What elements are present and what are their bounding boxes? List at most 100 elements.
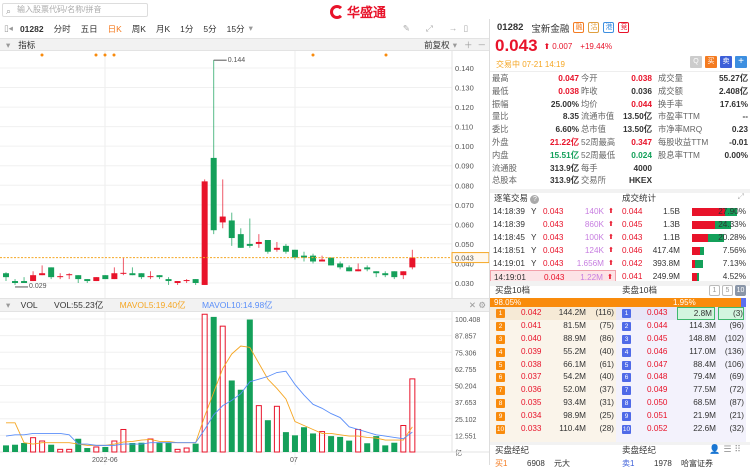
ask-row[interactable]: 3 0.045 148.8M (102) <box>616 333 746 346</box>
volume-bar[interactable] <box>391 442 398 452</box>
bid-row[interactable]: 7 0.036 52.0M (37) <box>490 384 616 397</box>
candle[interactable] <box>39 273 46 276</box>
bid-broker-row[interactable]: 买1 6908 元大 <box>495 458 615 468</box>
volume-bar[interactable] <box>282 432 289 452</box>
event-marker-icon[interactable] <box>384 53 388 57</box>
volume-bar[interactable] <box>355 428 362 453</box>
fullscreen-icon[interactable]: ⤢ <box>426 23 439 33</box>
volume-bar[interactable] <box>310 433 317 452</box>
volume-bar[interactable] <box>300 427 307 452</box>
ask-row[interactable]: 2 0.044 114.3M (96) <box>616 320 746 333</box>
volume-bar[interactable] <box>102 446 109 452</box>
ask-row[interactable]: 10 0.052 22.6M (32) <box>616 423 746 436</box>
volume-bar[interactable] <box>246 319 253 452</box>
depth-5-button[interactable]: 5 <box>722 285 733 296</box>
candle[interactable] <box>129 273 136 276</box>
tab-15min[interactable]: 15分 <box>227 23 245 35</box>
bid-row[interactable]: 3 0.040 88.9M (86) <box>490 333 616 346</box>
candle[interactable] <box>3 273 9 278</box>
volume-bar[interactable] <box>147 438 154 453</box>
badge-margin[interactable]: 融 <box>573 22 585 33</box>
gear-icon[interactable]: ⚙ <box>478 300 486 310</box>
volume-bar[interactable] <box>328 436 335 452</box>
tab-1min[interactable]: 1分 <box>180 23 193 35</box>
volume-bar[interactable] <box>111 440 118 453</box>
volume-bar[interactable] <box>165 442 172 452</box>
candle[interactable] <box>391 271 398 278</box>
candle[interactable] <box>102 275 109 280</box>
ask-broker-row[interactable]: 卖1 1978 哈富证券 <box>622 458 742 468</box>
bid-row[interactable]: 10 0.033 110.4M (28) <box>490 423 616 436</box>
tab-timeshare[interactable]: 分时 <box>54 23 71 35</box>
event-marker-icon[interactable] <box>40 53 44 57</box>
candle[interactable] <box>66 274 73 276</box>
candle[interactable] <box>30 275 37 282</box>
close-icon[interactable]: ✕ <box>469 300 476 310</box>
candle[interactable] <box>319 259 326 262</box>
volume-bar[interactable] <box>21 442 28 452</box>
candle[interactable] <box>21 281 28 283</box>
plus-icon[interactable]: ＋ <box>464 40 473 50</box>
volume-bar[interactable] <box>120 428 127 453</box>
candle[interactable] <box>147 276 154 278</box>
badge-auction[interactable]: 竞 <box>618 22 630 33</box>
ask-row[interactable]: 6 0.048 79.4M (69) <box>616 371 746 384</box>
candle[interactable] <box>264 240 271 252</box>
candle[interactable] <box>310 255 317 262</box>
volume-bar[interactable] <box>3 445 9 452</box>
volume-bar[interactable] <box>12 444 19 452</box>
chevron-down-icon[interactable]: ▾ <box>6 40 10 50</box>
volume-bar[interactable] <box>93 446 100 453</box>
expand-icon[interactable]: ⤢ <box>738 192 744 202</box>
candle[interactable] <box>57 276 64 278</box>
volume-bar[interactable] <box>192 443 199 452</box>
candle[interactable] <box>337 263 344 268</box>
bid-row[interactable]: 6 0.037 54.2M (40) <box>490 371 616 384</box>
candle[interactable] <box>228 220 235 239</box>
volume-bar[interactable] <box>75 438 82 452</box>
volume-bar[interactable] <box>255 405 262 453</box>
indicator-label[interactable]: 指标 <box>18 40 35 50</box>
badge-short[interactable]: 沽 <box>588 22 600 33</box>
volume-bar[interactable] <box>48 444 55 452</box>
add-watchlist-button[interactable]: + <box>735 56 747 68</box>
candle[interactable] <box>84 279 91 282</box>
chevron-down-icon[interactable]: ▾ <box>6 300 10 310</box>
bid-row[interactable]: 9 0.034 98.9M (25) <box>490 410 616 423</box>
person-icon[interactable]: 👤 <box>709 444 723 454</box>
badge-connect[interactable]: 港 <box>603 22 615 33</box>
volume-bar[interactable] <box>174 448 181 453</box>
candle[interactable] <box>93 277 100 282</box>
candle[interactable] <box>255 241 262 244</box>
volume-bar[interactable] <box>183 447 190 453</box>
expand-panel-icon[interactable]: →▯ <box>449 23 474 33</box>
candle[interactable] <box>201 181 208 285</box>
candlestick-chart[interactable]: 0.140 0.130 0.120 0.110 0.100 0.090 0.080 0.070… <box>0 51 490 298</box>
candle[interactable] <box>210 157 217 231</box>
volume-bar[interactable] <box>273 405 280 453</box>
candle[interactable] <box>237 234 244 248</box>
collapse-panel-icon[interactable]: ▯◂ <box>4 23 13 34</box>
candle[interactable] <box>273 247 280 250</box>
help-icon[interactable]: ? <box>530 195 540 204</box>
search-input[interactable]: ⌕ 输入股票代码/名称/拼音 <box>2 3 148 17</box>
volume-bar[interactable] <box>237 389 244 452</box>
candle[interactable] <box>282 245 289 252</box>
adjust-select[interactable]: 前复权 <box>424 40 450 50</box>
candle[interactable] <box>328 257 335 266</box>
volume-bar[interactable] <box>382 445 389 452</box>
candle[interactable] <box>355 269 362 272</box>
bid-row[interactable]: 2 0.041 81.5M (75) <box>490 320 616 333</box>
depth-10-button[interactable]: 10 <box>735 285 746 296</box>
bid-row[interactable]: 8 0.035 93.4M (31) <box>490 397 616 410</box>
volume-chart[interactable]: 100.408 87.857 75.306 62.755 50.204 37.653 25.… <box>0 312 490 465</box>
volume-bar[interactable] <box>364 443 371 452</box>
candle[interactable] <box>246 243 253 246</box>
candle[interactable] <box>364 267 371 270</box>
candle[interactable] <box>111 273 118 280</box>
ask-row[interactable]: 1 0.043 2.8M (3) <box>616 307 746 320</box>
chevron-down-icon[interactable]: ▾ <box>453 40 457 50</box>
volume-bar[interactable] <box>84 448 91 452</box>
pencil-icon[interactable]: ✎ <box>403 23 416 33</box>
event-marker-icon[interactable] <box>112 53 116 57</box>
